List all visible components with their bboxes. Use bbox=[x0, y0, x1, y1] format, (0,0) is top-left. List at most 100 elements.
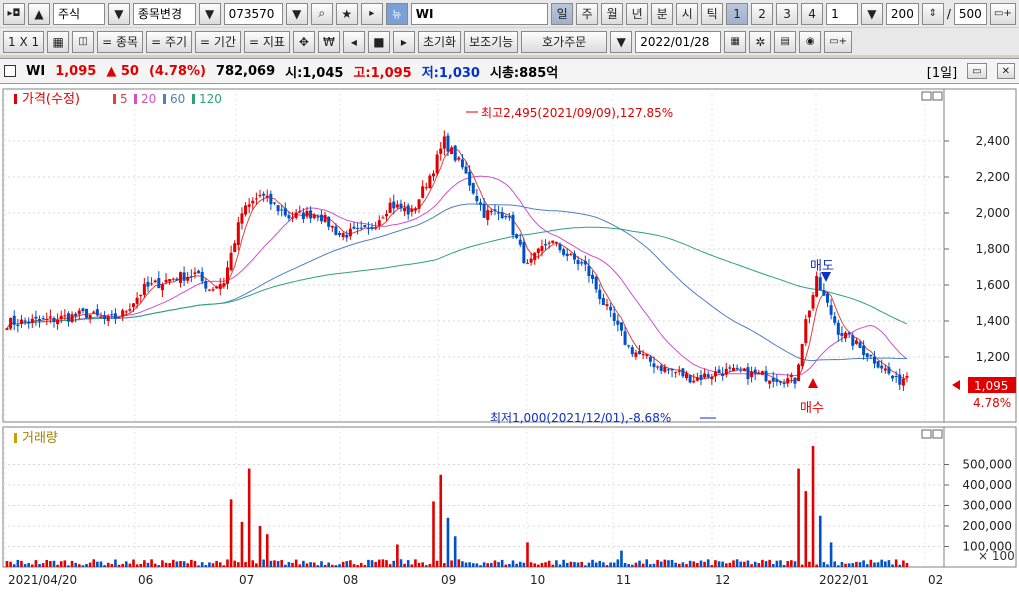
period-minute-tab[interactable]: 분 bbox=[651, 2, 674, 25]
period-month-tab[interactable]: 월 bbox=[601, 2, 624, 25]
period-tick-tab[interactable]: 틱 bbox=[701, 2, 724, 25]
candle-body bbox=[768, 380, 772, 384]
count-dropdown-icon[interactable]: ▼ bbox=[860, 2, 883, 25]
change-stock-select[interactable]: 종목변경 bbox=[132, 2, 196, 25]
candle-body bbox=[153, 280, 157, 283]
settings-gear-icon[interactable]: ✲ bbox=[749, 30, 772, 53]
price-tick-label: 1,800 bbox=[976, 242, 1010, 256]
stock-dropdown-icon[interactable]: ▼ bbox=[198, 2, 221, 25]
candle-body bbox=[489, 210, 493, 213]
range-toggle-button[interactable]: = 기간 bbox=[195, 30, 241, 53]
count-3-tab[interactable]: 3 bbox=[776, 2, 799, 25]
next-icon[interactable]: ▸ bbox=[360, 2, 383, 25]
volume-bar bbox=[468, 562, 471, 567]
panel-toggle-button[interactable]: ▸◘ bbox=[3, 2, 25, 25]
volume-bar bbox=[670, 559, 674, 567]
zoom-icon[interactable]: ◉ bbox=[799, 30, 822, 53]
bars-stepper[interactable]: ⇕ bbox=[921, 2, 944, 25]
pane-minimize-icon[interactable] bbox=[921, 91, 932, 101]
stock-code-input[interactable]: 073570 bbox=[223, 2, 283, 25]
calendar-icon[interactable]: ▦ bbox=[724, 30, 747, 53]
up-arrow-button[interactable]: ▲ bbox=[28, 2, 50, 25]
maximize-icon[interactable]: ▭ bbox=[967, 63, 987, 79]
count-input[interactable]: 1 bbox=[826, 2, 858, 25]
new-window-icon[interactable]: ▭+ bbox=[824, 30, 853, 53]
volume-bar bbox=[168, 563, 171, 567]
candle-body bbox=[797, 364, 801, 382]
candle-body bbox=[12, 315, 16, 325]
candle-body bbox=[865, 353, 869, 358]
period-toggle-button[interactable]: = 주기 bbox=[146, 30, 193, 53]
add-window-icon[interactable]: ▭+ bbox=[989, 2, 1016, 25]
indicator-toggle-button[interactable]: = 지표 bbox=[243, 30, 290, 53]
bars-input[interactable]: 200 bbox=[885, 2, 919, 25]
count-1-tab[interactable]: 1 bbox=[726, 2, 749, 25]
select-checkbox[interactable] bbox=[4, 65, 16, 77]
volume-bar bbox=[312, 562, 316, 567]
count-4-tab[interactable]: 4 bbox=[801, 2, 824, 25]
split-icon[interactable]: ◫ bbox=[72, 30, 95, 53]
aux-function-button[interactable]: 보조기능 bbox=[464, 30, 519, 53]
volume-bar bbox=[294, 559, 298, 567]
star-icon[interactable]: ★ bbox=[335, 2, 358, 25]
period-year-tab[interactable]: 년 bbox=[626, 2, 649, 25]
candle-body bbox=[34, 316, 38, 319]
volume-pane-close-icon[interactable] bbox=[932, 429, 943, 439]
search-icon[interactable]: ⌕ bbox=[310, 2, 333, 25]
volume-bar bbox=[724, 563, 728, 567]
volume-bar bbox=[139, 563, 143, 567]
order-dropdown-icon[interactable]: ▼ bbox=[610, 30, 633, 53]
high-annotation: 최고2,495(2021/09/09),127.85% bbox=[481, 106, 673, 120]
candle-body bbox=[525, 262, 529, 264]
volume-bar bbox=[887, 560, 891, 567]
volume-bar bbox=[233, 560, 237, 567]
play-icon[interactable]: ▸ bbox=[392, 30, 415, 53]
volume-bar bbox=[475, 563, 479, 567]
order-button[interactable]: 호가주문 bbox=[521, 30, 608, 53]
period-week-tab[interactable]: 주 bbox=[576, 2, 599, 25]
volume-bar bbox=[432, 501, 435, 567]
grid-icon[interactable]: ▦ bbox=[47, 30, 70, 53]
code-dropdown-icon[interactable]: ▼ bbox=[285, 2, 308, 25]
period-hour-tab[interactable]: 시 bbox=[676, 2, 699, 25]
candle-body bbox=[99, 317, 103, 319]
layout-button[interactable]: 1 X 1 bbox=[3, 30, 45, 53]
chart-svg[interactable]: 2,400 2,200 2,000 1,800 1,600 1,400 1,200 500,0… bbox=[0, 84, 1019, 594]
print-icon[interactable]: ▤ bbox=[774, 30, 797, 53]
candle-body bbox=[750, 371, 754, 378]
volume-bar bbox=[537, 564, 540, 567]
date-input[interactable]: 2022/01/28 bbox=[635, 30, 722, 53]
candle-body bbox=[319, 214, 323, 222]
market-select[interactable]: 주식 bbox=[53, 2, 105, 25]
market-dropdown-icon[interactable]: ▼ bbox=[107, 2, 130, 25]
prev-icon[interactable]: ◂ bbox=[342, 30, 365, 53]
count-2-tab[interactable]: 2 bbox=[751, 2, 774, 25]
candle-body bbox=[544, 244, 548, 246]
close-icon[interactable]: ✕ bbox=[996, 63, 1015, 79]
volume-pane-minimize-icon[interactable] bbox=[921, 429, 932, 439]
period-label: [1일] bbox=[926, 65, 958, 81]
candle-body bbox=[883, 368, 887, 371]
period-day-tab[interactable]: 일 bbox=[551, 2, 574, 25]
candle-body bbox=[760, 371, 764, 375]
stock-toggle-button[interactable]: = 종목 bbox=[97, 30, 144, 53]
candle-body bbox=[359, 227, 363, 229]
volume-bar bbox=[634, 562, 638, 567]
move-icon[interactable]: ✥ bbox=[292, 30, 315, 53]
candle-body bbox=[236, 222, 240, 246]
candle-body bbox=[392, 201, 396, 209]
volume-bar bbox=[905, 562, 909, 567]
pane-close-icon[interactable] bbox=[932, 91, 943, 101]
candle-body bbox=[854, 340, 858, 344]
candle-body bbox=[518, 239, 522, 245]
news-icon[interactable]: 뉴 bbox=[385, 2, 408, 25]
volume-tick-label: 500,000 bbox=[962, 458, 1012, 472]
volume-bar bbox=[237, 562, 240, 567]
won-icon[interactable]: ₩ bbox=[317, 30, 340, 53]
candle-body bbox=[652, 363, 656, 368]
reset-button[interactable]: 초기화 bbox=[417, 30, 462, 53]
volume-bar bbox=[757, 563, 761, 567]
price-tick-label: 1,200 bbox=[976, 350, 1010, 364]
stop-icon[interactable]: ■ bbox=[367, 30, 390, 53]
candle-body bbox=[442, 136, 446, 149]
